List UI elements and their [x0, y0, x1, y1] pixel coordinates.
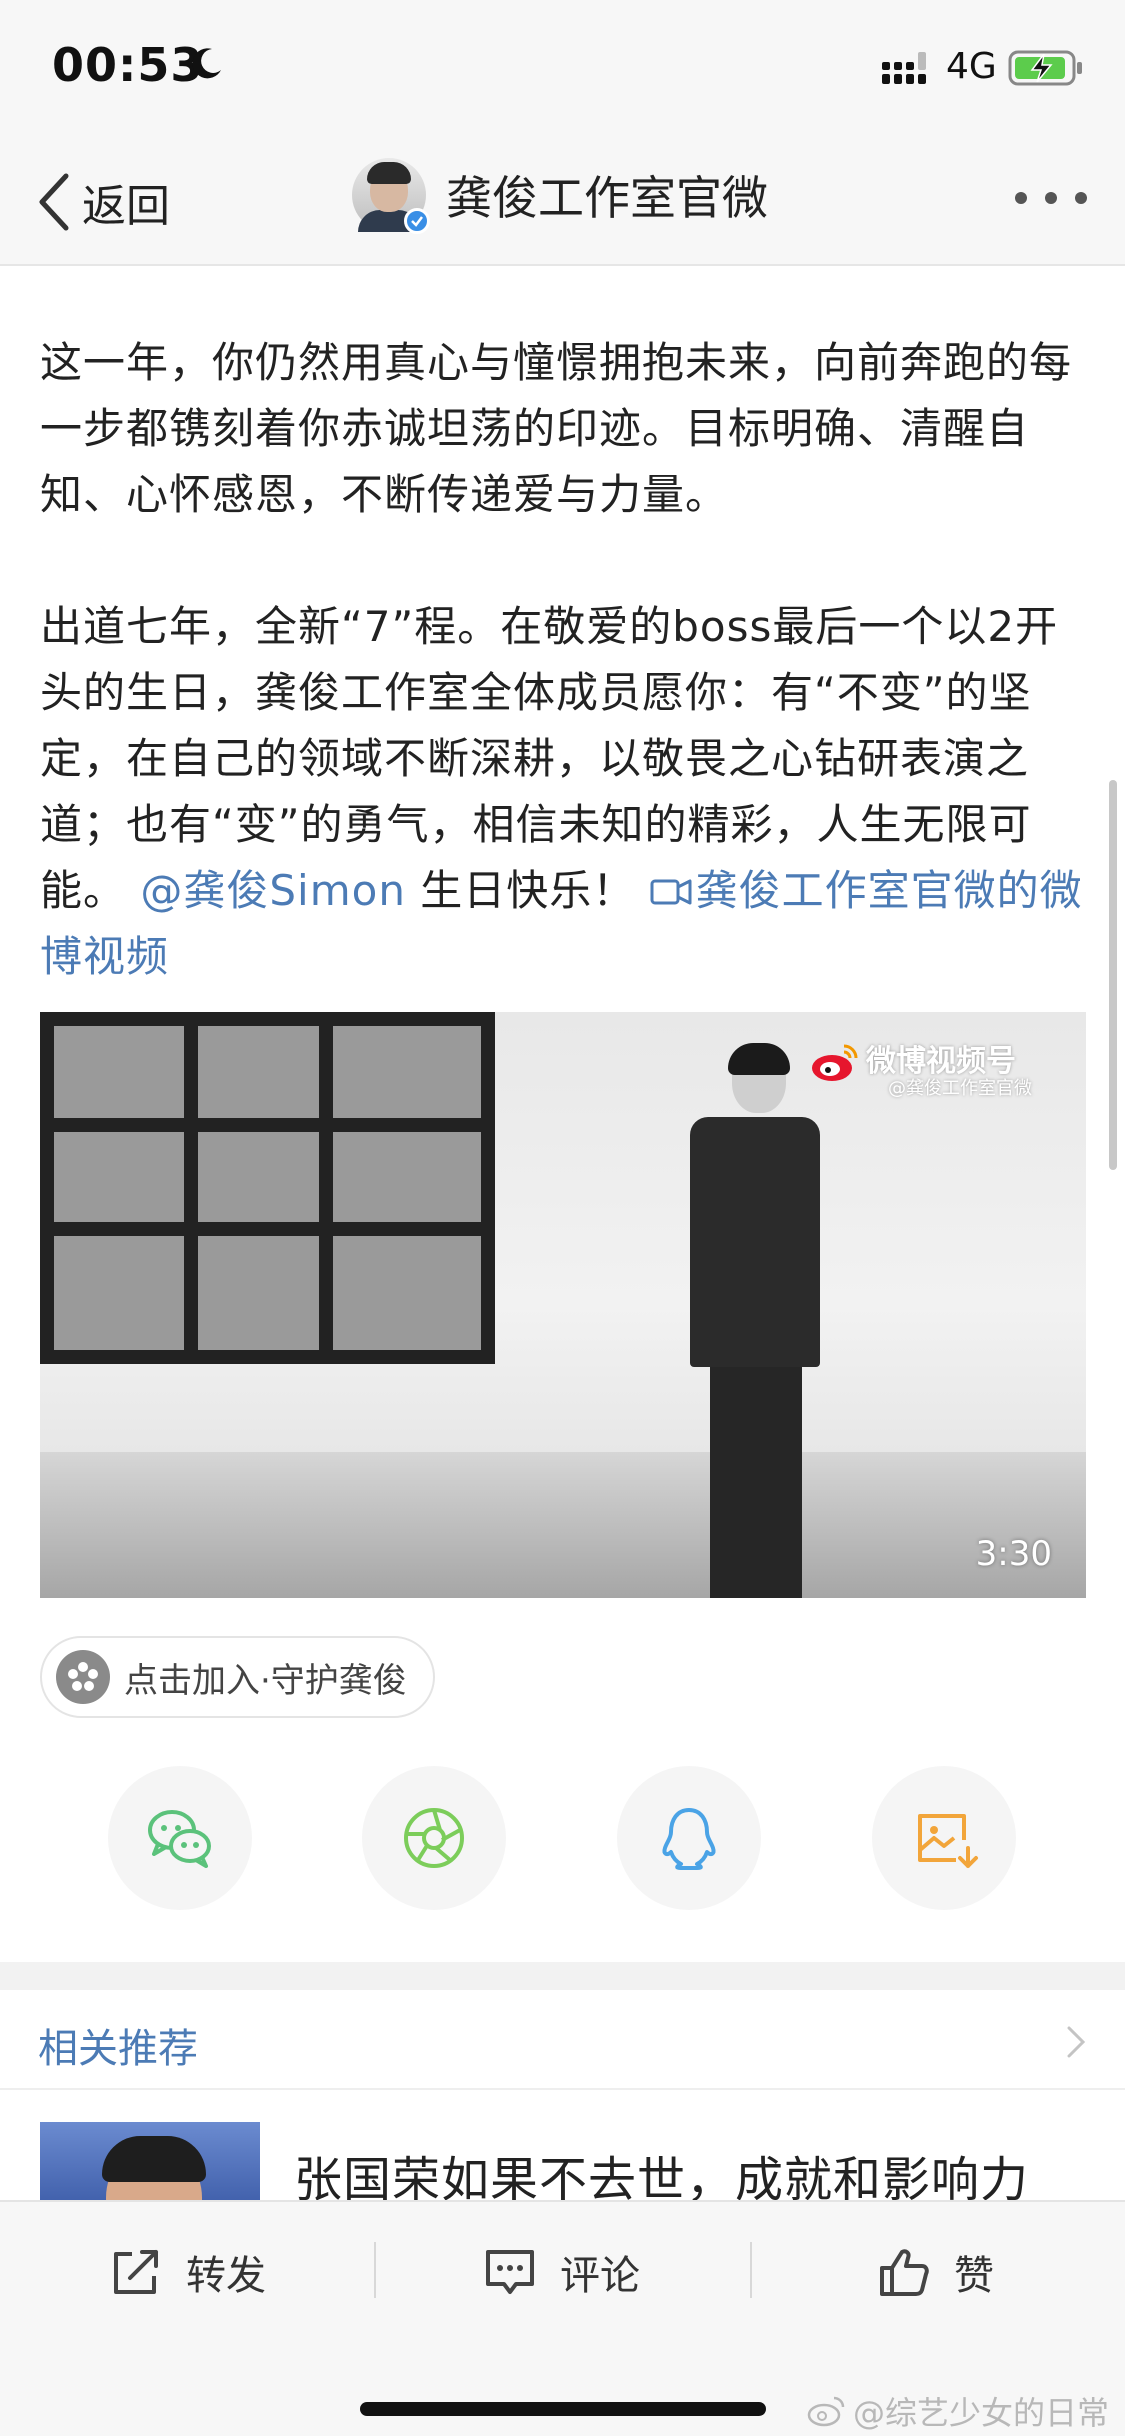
video-window-scene: [40, 1012, 495, 1364]
watermark-subtitle: @龚俊工作室官微: [888, 1078, 1032, 1099]
corner-watermark: @综艺少女的日常: [807, 2388, 1109, 2434]
wechat-icon: [148, 1810, 211, 1868]
comment-button[interactable]: 评论: [482, 2230, 640, 2314]
weibo-outline-icon: [807, 2396, 845, 2427]
comment-label: 评论: [560, 2253, 640, 2299]
corner-watermark-text: @综艺少女的日常: [852, 2394, 1109, 2432]
signal-icon: [882, 52, 926, 84]
chip-flower-icon: [56, 1650, 110, 1704]
post-paragraph-2: 出道七年，全新“7”程。在敬爱的boss最后一个以2开头的生日，龚俊工作室全体成…: [40, 594, 1090, 990]
moon-icon: [192, 48, 221, 79]
video-duration: 3:30: [975, 1534, 1052, 1574]
related-thumbnail: [40, 2122, 260, 2200]
mention-link[interactable]: @龚俊Simon: [140, 866, 406, 915]
scrollbar[interactable]: [1109, 780, 1117, 1170]
related-title: 相关推荐: [38, 2026, 198, 2072]
like-label: 赞: [954, 2253, 994, 2299]
topic-chip[interactable]: 点击加入·守护龚俊: [40, 1636, 435, 1718]
video-player[interactable]: 微博视频号 @龚俊工作室官微 3:30: [40, 1012, 1086, 1598]
topic-chip-label: 点击加入·守护龚俊: [124, 1660, 407, 1701]
save-image-icon: [918, 1814, 978, 1868]
moments-icon: [404, 1808, 464, 1868]
video-link-icon: [650, 879, 692, 905]
more-dots-icon[interactable]: [1015, 188, 1087, 208]
battery-charging-icon: [1008, 50, 1082, 86]
video-person: [680, 1043, 830, 1598]
related-item-title[interactable]: 张国荣如果不去世，成就和影响力: [294, 2140, 1029, 2200]
bottom-toolbar: 转发 评论 赞 @综艺少女的日常: [0, 2200, 1125, 2436]
verified-badge-icon: [404, 208, 430, 234]
like-button[interactable]: 赞: [876, 2230, 994, 2314]
chevron-right-icon: [1067, 2026, 1086, 2058]
account-name[interactable]: 龚俊工作室官微: [446, 162, 768, 228]
share-wechat-button[interactable]: [108, 1766, 252, 1910]
repost-label: 转发: [186, 2253, 266, 2299]
status-time: 00:53: [52, 38, 204, 92]
weibo-logo-icon: [812, 1044, 858, 1081]
related-header[interactable]: 相关推荐: [0, 1990, 1125, 2090]
share-moments-button[interactable]: [362, 1766, 506, 1910]
share-row: [0, 1766, 1125, 1910]
network-type: 4G: [946, 46, 997, 87]
share-qq-button[interactable]: [617, 1766, 761, 1910]
video-watermark: 微博视频号 @龚俊工作室官微: [810, 1036, 1060, 1099]
comment-icon: [486, 2250, 534, 2294]
nav-bar: 返回 龚俊工作室官微: [0, 140, 1125, 266]
related-item[interactable]: 张国荣如果不去世，成就和影响力: [0, 2092, 1125, 2200]
back-label: 返回: [82, 181, 170, 232]
back-button[interactable]: 返回: [32, 164, 170, 240]
thumbs-up-icon: [880, 2249, 929, 2296]
section-divider: [0, 1962, 1125, 1990]
avatar[interactable]: [352, 158, 430, 234]
qq-icon: [662, 1808, 716, 1870]
repost-icon: [114, 2250, 158, 2294]
status-bar: 00:53 4G: [0, 0, 1125, 140]
post-paragraph-1: 这一年，你仍然用真心与憧憬拥抱未来，向前奔跑的每一步都镌刻着你赤诚坦荡的印迹。目…: [40, 338, 1073, 519]
post-greeting: 生日快乐！: [420, 866, 650, 915]
repost-button[interactable]: 转发: [108, 2230, 266, 2314]
save-image-button[interactable]: [872, 1766, 1016, 1910]
back-chevron-icon: [39, 173, 69, 231]
home-indicator[interactable]: [360, 2402, 766, 2416]
account-header[interactable]: 龚俊工作室官微: [352, 158, 768, 234]
